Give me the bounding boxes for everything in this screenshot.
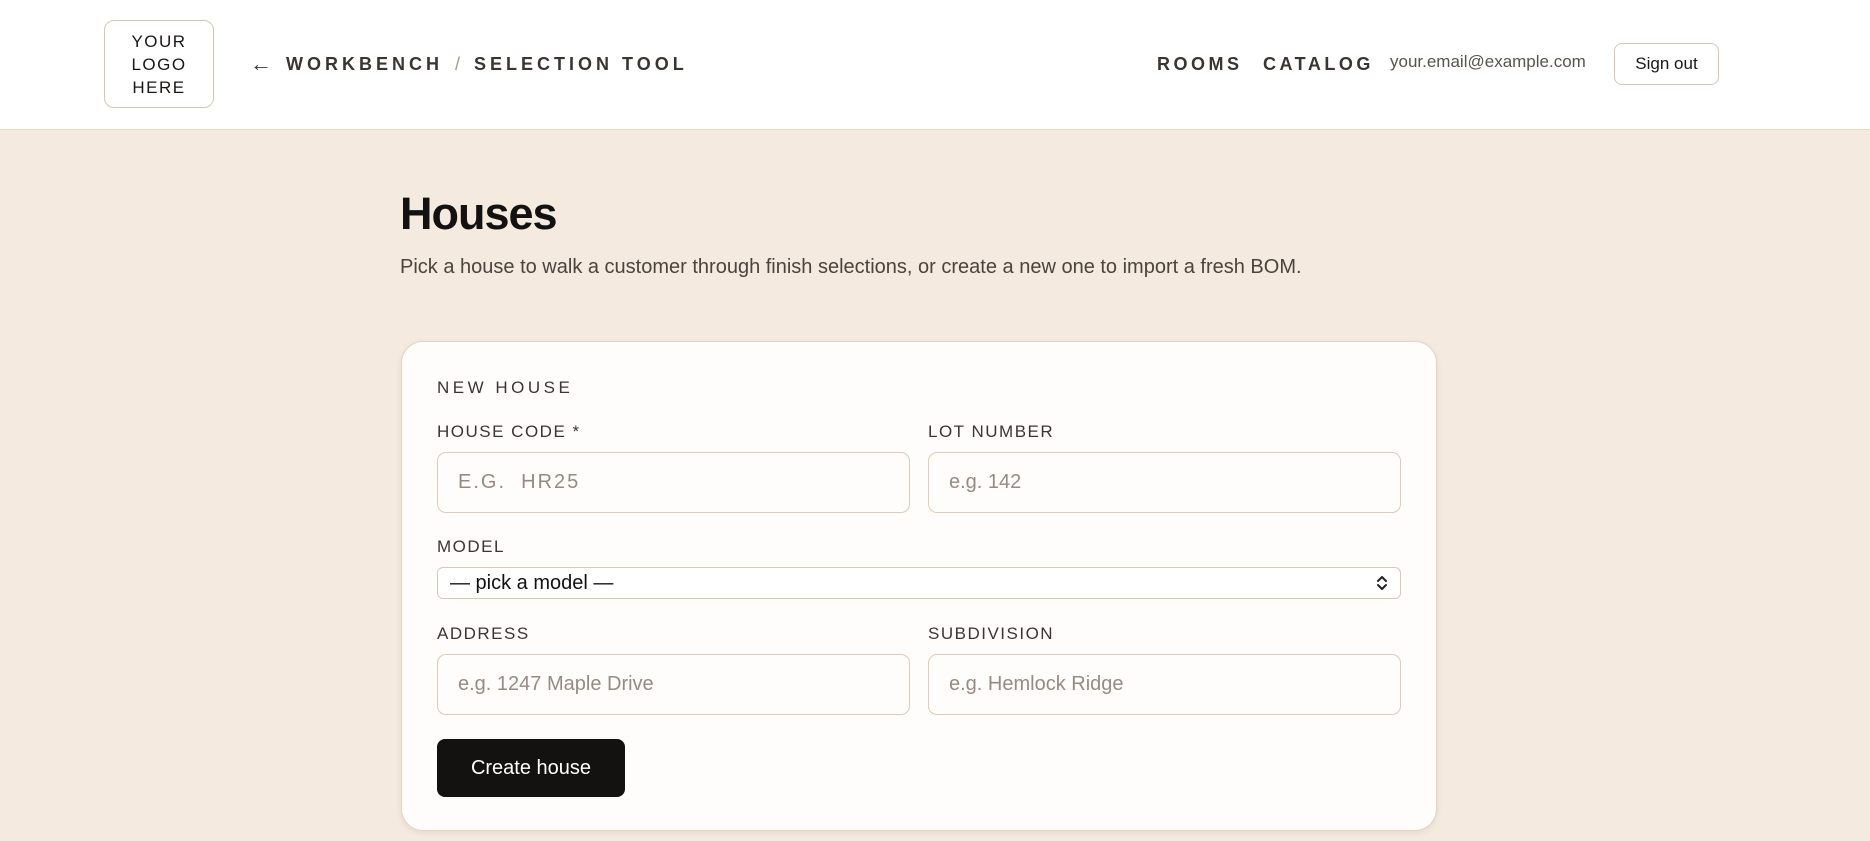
- logo[interactable]: YOUR LOGO HERE: [104, 20, 214, 108]
- address-input[interactable]: [437, 654, 910, 715]
- nav-catalog-wrap: CATALOG: [1263, 44, 1374, 84]
- subdivision-label: SUBDIVISION: [928, 624, 1055, 643]
- logo-line-3: HERE: [132, 77, 186, 97]
- nav-rooms-wrap: ROOMS: [1157, 44, 1243, 84]
- create-house-button[interactable]: Create house: [437, 739, 625, 797]
- page-subtitle: Pick a house to walk a customer through …: [400, 256, 1302, 278]
- nav-catalog-link[interactable]: CATALOG: [1263, 54, 1374, 75]
- card-title: NEW HOUSE: [437, 378, 574, 397]
- breadcrumb-separator: /: [455, 53, 461, 74]
- subdivision-input[interactable]: [928, 654, 1401, 715]
- model-select-value: — pick a model —: [450, 571, 614, 594]
- lot-number-input[interactable]: [928, 452, 1401, 513]
- updown-chevron-icon: [1376, 574, 1388, 592]
- page-title: Houses: [400, 188, 558, 239]
- logo-line-2: LOGO: [131, 54, 187, 74]
- breadcrumb-current: SELECTION TOOL: [474, 53, 688, 74]
- breadcrumb-workbench-link[interactable]: WORKBENCH: [286, 54, 443, 75]
- address-label: ADDRESS: [437, 624, 530, 643]
- user-email: your.email@example.com: [1390, 52, 1586, 71]
- breadcrumb: ← WORKBENCH / SELECTION TOOL: [250, 51, 688, 77]
- model-select[interactable]: — pick a model —: [437, 567, 1401, 599]
- model-label: MODEL: [437, 537, 505, 556]
- lot-number-label: LOT NUMBER: [928, 422, 1055, 441]
- new-house-card: NEW HOUSE HOUSE CODE * LOT NUMBER MODEL …: [401, 341, 1437, 831]
- back-arrow-icon[interactable]: ←: [250, 51, 272, 77]
- house-code-label: HOUSE CODE *: [437, 422, 581, 441]
- nav-rooms-link[interactable]: ROOMS: [1157, 54, 1243, 75]
- sign-out-button[interactable]: Sign out: [1614, 43, 1719, 85]
- logo-line-1: YOUR: [131, 31, 187, 51]
- top-bar: YOUR LOGO HERE ← WORKBENCH / SELECTION T…: [0, 0, 1870, 130]
- house-code-input[interactable]: [437, 452, 910, 513]
